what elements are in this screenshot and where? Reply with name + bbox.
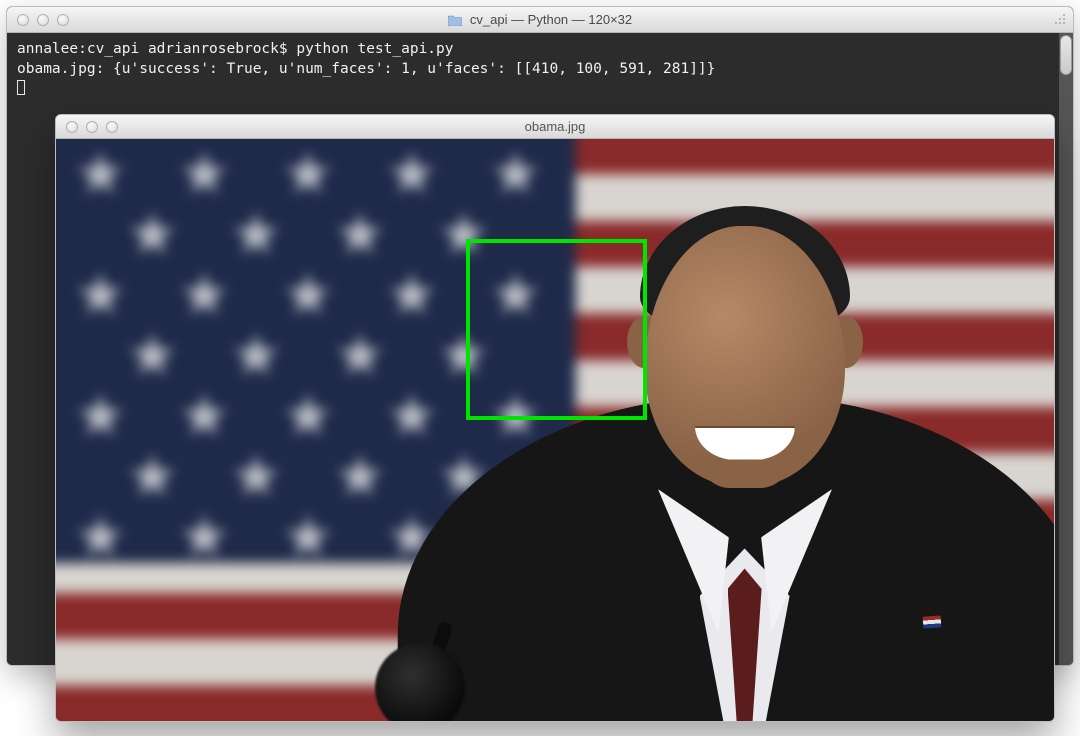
image-title: obama.jpg (56, 119, 1054, 134)
image-window: obama.jpg (55, 114, 1055, 722)
resize-grip-icon[interactable] (1053, 12, 1069, 28)
terminal-command: python test_api.py (296, 41, 453, 57)
image-title-text: obama.jpg (525, 119, 586, 134)
terminal-titlebar[interactable]: cv_api — Python — 120×32 (7, 7, 1073, 33)
terminal-scrollbar[interactable] (1059, 33, 1073, 665)
close-icon[interactable] (66, 121, 78, 133)
terminal-output: obama.jpg: {u'success': True, u'num_face… (17, 61, 715, 77)
traffic-lights (56, 121, 118, 133)
terminal-title: cv_api — Python — 120×32 (7, 12, 1073, 27)
terminal-cursor-icon (17, 80, 25, 95)
minimize-icon[interactable] (37, 14, 49, 26)
terminal-scrollbar-thumb[interactable] (1060, 35, 1072, 75)
zoom-icon[interactable] (106, 121, 118, 133)
folder-icon (448, 14, 462, 25)
face-detection-box (466, 239, 647, 420)
zoom-icon[interactable] (57, 14, 69, 26)
image-titlebar[interactable]: obama.jpg (56, 115, 1054, 139)
terminal-title-text: cv_api — Python — 120×32 (470, 12, 632, 27)
traffic-lights (7, 14, 69, 26)
minimize-icon[interactable] (86, 121, 98, 133)
flag-pin-icon (923, 615, 942, 628)
close-icon[interactable] (17, 14, 29, 26)
terminal-prompt: annalee:cv_api adrianrosebrock$ (17, 41, 296, 57)
image-canvas (56, 139, 1054, 721)
